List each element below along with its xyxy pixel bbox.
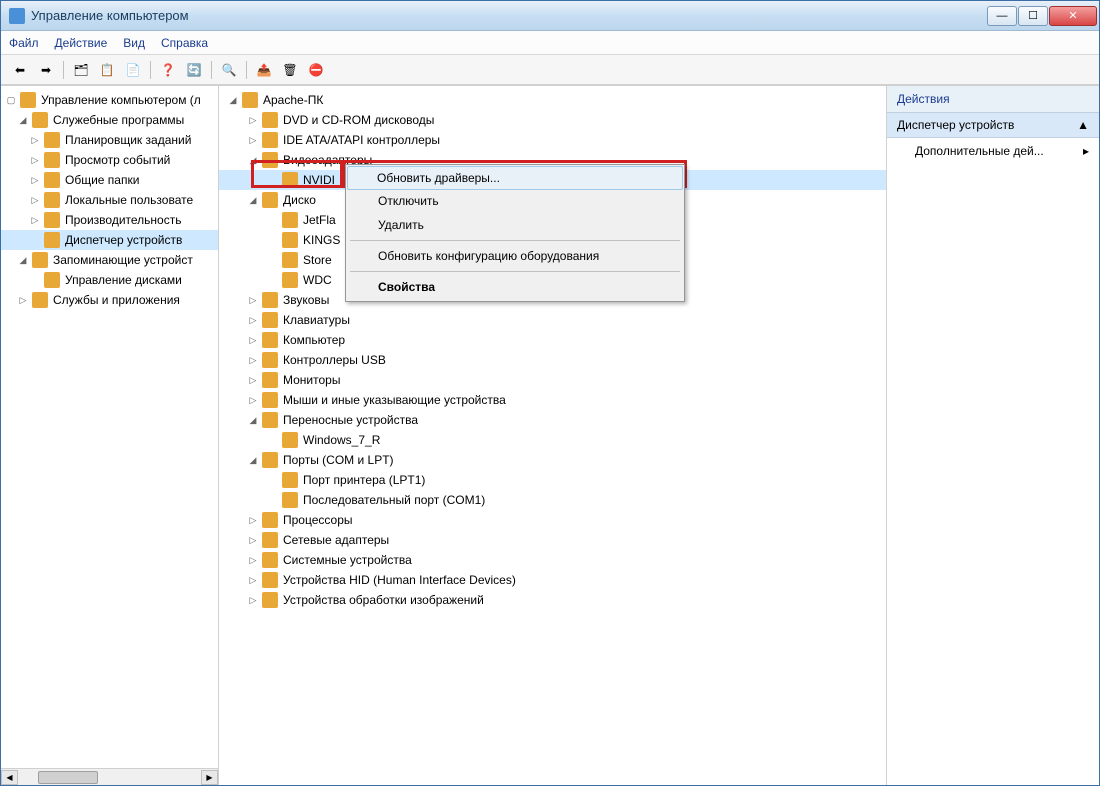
- device-ports[interactable]: ◢Порты (COM и LPT): [219, 450, 886, 470]
- left-scrollbar[interactable]: ◀▶: [1, 768, 218, 785]
- console-tree: ▢Управление компьютером (л ◢Служебные пр…: [1, 86, 218, 785]
- actions-section-devmgr[interactable]: Диспетчер устройств▲: [887, 113, 1099, 138]
- menubar: Файл Действие Вид Справка: [1, 31, 1099, 55]
- tree-performance[interactable]: ▷Производительность: [1, 210, 218, 230]
- minimize-button[interactable]: —: [987, 6, 1017, 26]
- device-usb[interactable]: ▷Контроллеры USB: [219, 350, 886, 370]
- refresh-button[interactable]: 🔄: [183, 59, 205, 81]
- ctx-separator: [350, 271, 680, 272]
- device-imaging[interactable]: ▷Устройства обработки изображений: [219, 590, 886, 610]
- tree-events[interactable]: ▷Просмотр событий: [1, 150, 218, 170]
- device-com1[interactable]: Последовательный порт (COM1): [219, 490, 886, 510]
- tree-shared-folders[interactable]: ▷Общие папки: [1, 170, 218, 190]
- device-computer[interactable]: ▷Компьютер: [219, 330, 886, 350]
- actions-panel: Действия Диспетчер устройств▲ Дополнител…: [887, 86, 1099, 785]
- device-hid[interactable]: ▷Устройства HID (Human Interface Devices…: [219, 570, 886, 590]
- ctx-update-drivers[interactable]: Обновить драйверы...: [347, 166, 683, 190]
- ctx-properties[interactable]: Свойства: [348, 275, 682, 299]
- device-manager-panel: ◢Apache-ПК ▷DVD и CD-ROM дисководы ▷IDE …: [219, 86, 887, 785]
- tree-scheduler[interactable]: ▷Планировщик заданий: [1, 130, 218, 150]
- help-button[interactable]: ❓: [157, 59, 179, 81]
- chevron-right-icon: ▸: [1083, 144, 1089, 158]
- device-network-adapters[interactable]: ▷Сетевые адаптеры: [219, 530, 886, 550]
- tree-services-apps[interactable]: ▷Службы и приложения: [1, 290, 218, 310]
- tree-local-users[interactable]: ▷Локальные пользовате: [1, 190, 218, 210]
- tree-utilities[interactable]: ◢Служебные программы: [1, 110, 218, 130]
- device-dvd[interactable]: ▷DVD и CD-ROM дисководы: [219, 110, 886, 130]
- device-monitors[interactable]: ▷Мониторы: [219, 370, 886, 390]
- ctx-separator: [350, 240, 680, 241]
- forward-button[interactable]: ➡: [35, 59, 57, 81]
- close-button[interactable]: ✕: [1049, 6, 1097, 26]
- show-hide-tree-button[interactable]: 🗂: [70, 59, 92, 81]
- content-area: ▢Управление компьютером (л ◢Служебные пр…: [1, 85, 1099, 785]
- properties-button[interactable]: 📋: [96, 59, 118, 81]
- maximize-button[interactable]: ☐: [1018, 6, 1048, 26]
- device-ide[interactable]: ▷IDE ATA/ATAPI контроллеры: [219, 130, 886, 150]
- device-root[interactable]: ◢Apache-ПК: [219, 90, 886, 110]
- device-keyboards[interactable]: ▷Клавиатуры: [219, 310, 886, 330]
- device-win7r[interactable]: Windows_7_R: [219, 430, 886, 450]
- device-system[interactable]: ▷Системные устройства: [219, 550, 886, 570]
- menu-file[interactable]: Файл: [9, 36, 39, 50]
- menu-help[interactable]: Справка: [161, 36, 208, 50]
- tree-storage[interactable]: ◢Запоминающие устройст: [1, 250, 218, 270]
- tree-root[interactable]: ▢Управление компьютером (л: [1, 90, 218, 110]
- device-mice[interactable]: ▷Мыши и иные указывающие устройства: [219, 390, 886, 410]
- actions-header: Действия: [887, 86, 1099, 113]
- scan-hardware-button[interactable]: 🔍: [218, 59, 240, 81]
- titlebar: Управление компьютером — ☐ ✕: [1, 1, 1099, 31]
- back-button[interactable]: ⬅: [9, 59, 31, 81]
- ctx-delete[interactable]: Удалить: [348, 213, 682, 237]
- tree-device-manager[interactable]: Диспетчер устройств: [1, 230, 218, 250]
- window-title: Управление компьютером: [31, 8, 986, 23]
- context-menu: Обновить драйверы... Отключить Удалить О…: [345, 164, 685, 302]
- collapse-icon: ▲: [1077, 118, 1089, 132]
- disable-button[interactable]: ⛔: [305, 59, 327, 81]
- ctx-scan-hardware[interactable]: Обновить конфигурацию оборудования: [348, 244, 682, 268]
- app-icon: [9, 8, 25, 24]
- device-portable[interactable]: ◢Переносные устройства: [219, 410, 886, 430]
- export-button[interactable]: 📄: [122, 59, 144, 81]
- device-lpt1[interactable]: Порт принтера (LPT1): [219, 470, 886, 490]
- console-tree-panel: ▢Управление компьютером (л ◢Служебные пр…: [1, 86, 219, 785]
- actions-more[interactable]: Дополнительные дей...▸: [887, 138, 1099, 164]
- toolbar: ⬅ ➡ 🗂 📋 📄 ❓ 🔄 🔍 📤 🗑 ⛔: [1, 55, 1099, 85]
- ctx-disable[interactable]: Отключить: [348, 189, 682, 213]
- update-driver-button[interactable]: 📤: [253, 59, 275, 81]
- device-processors[interactable]: ▷Процессоры: [219, 510, 886, 530]
- menu-view[interactable]: Вид: [123, 36, 145, 50]
- window-frame: Управление компьютером — ☐ ✕ Файл Действ…: [0, 0, 1100, 786]
- tree-disk-management[interactable]: Управление дисками: [1, 270, 218, 290]
- uninstall-button[interactable]: 🗑: [279, 59, 301, 81]
- menu-action[interactable]: Действие: [55, 36, 108, 50]
